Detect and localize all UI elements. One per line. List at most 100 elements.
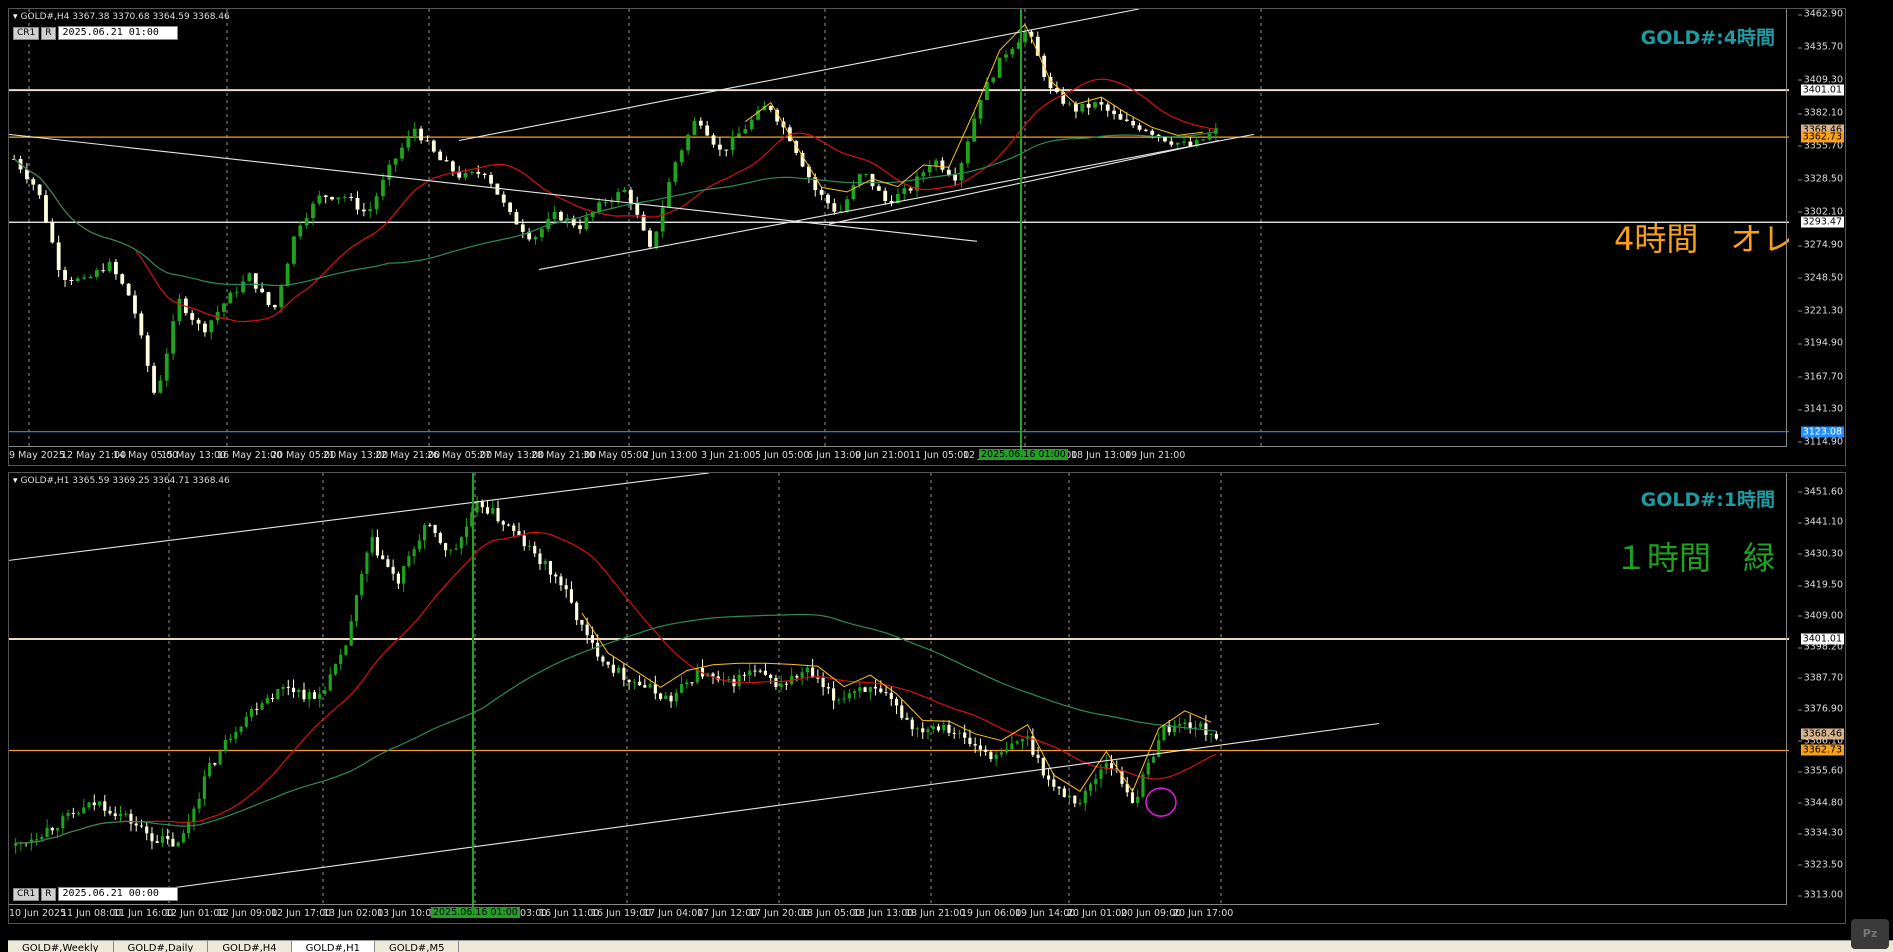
candle-body <box>578 225 582 230</box>
candle-body <box>1157 740 1161 757</box>
candle-body <box>1188 141 1193 147</box>
candle-body <box>374 196 379 210</box>
chart-canvas-h1[interactable] <box>9 473 1847 925</box>
candle-body <box>641 214 646 231</box>
candle-body <box>1169 141 1174 145</box>
candle-body <box>134 823 138 826</box>
candle-body <box>197 798 201 809</box>
candle-body <box>368 209 373 212</box>
symbol-info-h4: ▾ GOLD#,H4 3367.38 3370.68 3364.59 3368.4… <box>13 12 230 22</box>
date-field[interactable]: 2025.06.21 00:00 <box>57 887 178 901</box>
price-axis-h1[interactable]: 3451.60 3441.10 3430.30 3419.50 3409.00 3398.… <box>1786 473 1845 905</box>
candle-body <box>113 813 117 817</box>
candle-body <box>108 810 112 814</box>
candle-body <box>281 686 285 690</box>
candle-body <box>37 184 42 196</box>
time-tick-label: 20 Jun 17:00 <box>1173 908 1234 919</box>
candle-body <box>133 295 137 314</box>
candle-body <box>139 825 144 827</box>
candle-body <box>554 574 558 577</box>
candle-body <box>260 288 265 293</box>
candle-body <box>847 693 851 699</box>
candle-body <box>1137 125 1142 130</box>
candle-body <box>360 573 364 596</box>
candle-body <box>304 218 309 226</box>
collapse-arrow-icon[interactable]: ▾ <box>13 476 18 486</box>
candle-body <box>417 540 421 550</box>
r-button[interactable]: R <box>41 887 56 901</box>
candle-body <box>1175 142 1180 145</box>
date-field[interactable]: 2025.06.21 01:00 <box>57 26 178 40</box>
price-tick-label: 3114.90 <box>1797 436 1843 448</box>
candle-body <box>635 203 640 215</box>
candle-body <box>349 621 353 646</box>
candle-body <box>311 203 315 219</box>
candle-body <box>449 549 453 551</box>
candle-body <box>864 173 869 175</box>
candle-body <box>908 188 913 191</box>
chart-tab[interactable]: GOLD#,Daily <box>114 941 209 952</box>
candle-body <box>150 833 154 842</box>
candle-body <box>1182 141 1186 143</box>
time-axis-h4[interactable]: 9 May 2025 12 May 21:00 14 May 05:00 15 May… <box>9 446 1787 465</box>
chart-tab[interactable]: GOLD#,H1 <box>291 941 375 952</box>
candle-body <box>748 670 752 676</box>
time-axis-h1[interactable]: 10 Jun 2025 11 Jun 08:00 11 Jun 16:00 12 Ju… <box>9 904 1787 923</box>
candle-body <box>527 545 532 547</box>
candle-body <box>946 169 951 175</box>
chart-tab[interactable]: GOLD#,H4 <box>208 941 292 952</box>
candle-body <box>842 698 846 700</box>
price-level-badge: 3123.08 <box>1800 426 1844 438</box>
candle-body <box>234 292 239 294</box>
chart-tab[interactable]: GOLD#,M5 <box>375 941 460 952</box>
candle-body <box>152 365 156 393</box>
price-axis-h4[interactable]: 3462.90 3435.70 3409.30 3382.10 3355.70 3328.… <box>1786 9 1845 447</box>
price-tick-label: 3328.50 <box>1797 173 1843 185</box>
candle-body <box>1047 775 1051 780</box>
price-tick-label: 3334.30 <box>1797 827 1843 839</box>
candle-body <box>910 719 914 730</box>
candle-body <box>1036 754 1040 758</box>
candle-body <box>139 313 144 336</box>
candle-body <box>31 179 36 185</box>
candle-body <box>177 298 182 322</box>
candle-body <box>491 508 495 514</box>
chart-tab[interactable]: GOLD#,Weekly <box>8 941 114 952</box>
candle-body <box>685 682 689 685</box>
candle-body <box>76 813 81 815</box>
collapse-arrow-icon[interactable]: ▾ <box>13 12 18 22</box>
chart-tab-bar: GOLD#,Weekly GOLD#,Daily GOLD#,H4 GOLD#,H1 G… <box>8 940 1893 952</box>
pane-title-h4: GOLD#:4時間 <box>1640 27 1775 49</box>
chart-pane-h4[interactable]: ▾ GOLD#,H4 3367.38 3370.68 3364.59 3368.4… <box>8 8 1846 466</box>
candle-body <box>1105 104 1110 111</box>
candle-body <box>894 698 899 706</box>
chart-pane-h1[interactable]: ▾ GOLD#,H1 3365.59 3369.25 3364.71 3368.4… <box>8 472 1846 924</box>
candle-body <box>548 561 553 575</box>
time-tick-label: 5 Jun 05:00 <box>755 450 810 461</box>
candle-body <box>628 189 633 204</box>
r-button[interactable]: R <box>41 26 56 40</box>
candle-body <box>934 160 938 167</box>
candle-body <box>423 524 427 541</box>
candle-body <box>272 305 277 308</box>
candle-body <box>585 624 589 636</box>
chart-canvas-h4[interactable] <box>9 9 1847 467</box>
candle-body <box>533 237 538 240</box>
moving-average-fast <box>13 78 1216 323</box>
candle-body <box>753 670 757 672</box>
candle-body <box>942 724 946 731</box>
candle-body <box>328 674 332 691</box>
cr-button[interactable]: CR1 <box>13 887 40 901</box>
price-level-badge: 3401.01 <box>1800 84 1844 96</box>
cr-button[interactable]: CR1 <box>13 26 40 40</box>
candle-body <box>433 524 437 534</box>
candle-body <box>203 323 207 333</box>
candle-body <box>724 149 729 151</box>
moving-average-fast <box>15 531 1217 844</box>
candle-body <box>450 161 455 172</box>
candle-body <box>737 133 741 137</box>
candle-body <box>400 147 404 159</box>
candle-body <box>580 619 584 625</box>
candle-body <box>622 189 627 193</box>
candle-body <box>317 195 322 204</box>
